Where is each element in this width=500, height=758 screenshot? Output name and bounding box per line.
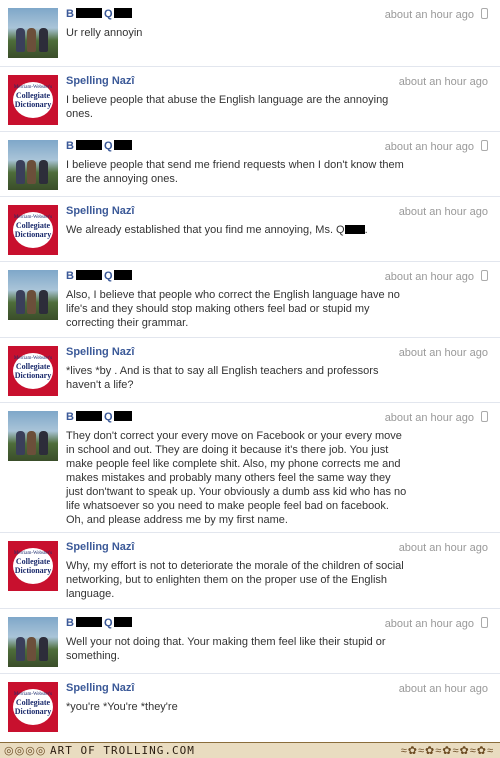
message: BQ about an hour ago I believe people th… [0,131,500,196]
dictionary-logo: Merriam-Webster's Collegiate Dictionary [13,548,53,584]
message-text: Well your not doing that. Your making th… [66,636,386,662]
dictionary-logo: Merriam-Webster's Collegiate Dictionary [13,212,53,248]
message: BQ about an hour ago Ur relly annoyin [0,0,500,66]
user-avatar[interactable] [8,617,58,667]
sender-name[interactable]: BQ [66,270,132,282]
timestamp[interactable]: about an hour ago [385,271,474,283]
sender-name[interactable]: Spelling Nazî [66,682,134,694]
user-avatar[interactable] [8,8,58,58]
sender-name[interactable]: BQ [66,617,132,629]
message-thread: BQ about an hour ago Ur relly annoyin Me… [0,0,500,742]
timestamp[interactable]: about an hour ago [385,618,474,630]
timestamp[interactable]: about an hour ago [399,76,488,88]
dictionary-avatar[interactable]: Merriam-Webster's Collegiate Dictionary [8,682,58,732]
message: BQ about an hour ago Well your not doing… [0,608,500,673]
message: BQ about an hour ago They don't correct … [0,402,500,532]
message-text: Why, my effort is not to deteriorate the… [66,560,404,600]
footer-ornament-right: ≈✿≈✿≈✿≈✿≈✿≈ [400,745,494,757]
dictionary-avatar[interactable]: Merriam-Webster's Collegiate Dictionary [8,75,58,125]
sender-name[interactable]: BQ [66,411,132,423]
message: BQ about an hour ago Also, I believe tha… [0,261,500,337]
sender-name[interactable]: BQ [66,8,132,20]
dictionary-avatar[interactable]: Merriam-Webster's Collegiate Dictionary [8,541,58,591]
footer-ornament-left: ◎◎◎◎ [4,745,47,757]
timestamp[interactable]: about an hour ago [399,683,488,695]
user-avatar[interactable] [8,270,58,320]
site-footer-banner: ◎◎◎◎ ART OF TROLLING.COM ≈✿≈✿≈✿≈✿≈✿≈ [0,742,500,758]
message-text: We already established that you find me … [66,224,368,236]
message-text: They don't correct your every move on Fa… [66,430,407,526]
timestamp[interactable]: about an hour ago [385,9,474,21]
timestamp[interactable]: about an hour ago [385,141,474,153]
message: Merriam-Webster's Collegiate Dictionary … [0,673,500,742]
sender-name[interactable]: Spelling Nazî [66,541,134,553]
mobile-icon [481,140,488,151]
user-avatar[interactable] [8,411,58,461]
message-text: I believe people that abuse the English … [66,94,389,120]
sender-name[interactable]: Spelling Nazî [66,205,134,217]
site-watermark[interactable]: ART OF TROLLING.COM [50,744,195,757]
sender-name[interactable]: Spelling Nazî [66,346,134,358]
dictionary-logo: Merriam-Webster's Collegiate Dictionary [13,353,53,389]
message-text: *you're *You're *they're [66,701,178,713]
user-avatar[interactable] [8,140,58,190]
message: Merriam-Webster's Collegiate Dictionary … [0,196,500,261]
dictionary-avatar[interactable]: Merriam-Webster's Collegiate Dictionary [8,346,58,396]
message-text: I believe people that send me friend req… [66,159,404,185]
dictionary-avatar[interactable]: Merriam-Webster's Collegiate Dictionary [8,205,58,255]
message-text: Ur relly annoyin [66,27,143,39]
timestamp[interactable]: about an hour ago [385,412,474,424]
message-text: Also, I believe that people who correct … [66,289,400,329]
dictionary-logo: Merriam-Webster's Collegiate Dictionary [13,689,53,725]
mobile-icon [481,270,488,281]
timestamp[interactable]: about an hour ago [399,206,488,218]
timestamp[interactable]: about an hour ago [399,347,488,359]
message-text: *lives *by . And is that to say all Engl… [66,365,379,391]
timestamp[interactable]: about an hour ago [399,542,488,554]
message: Merriam-Webster's Collegiate Dictionary … [0,337,500,402]
message: Merriam-Webster's Collegiate Dictionary … [0,66,500,131]
mobile-icon [481,411,488,422]
message: Merriam-Webster's Collegiate Dictionary … [0,532,500,608]
sender-name[interactable]: BQ [66,140,132,152]
sender-name[interactable]: Spelling Nazî [66,75,134,87]
dictionary-logo: Merriam-Webster's Collegiate Dictionary [13,82,53,118]
mobile-icon [481,8,488,19]
mobile-icon [481,617,488,628]
